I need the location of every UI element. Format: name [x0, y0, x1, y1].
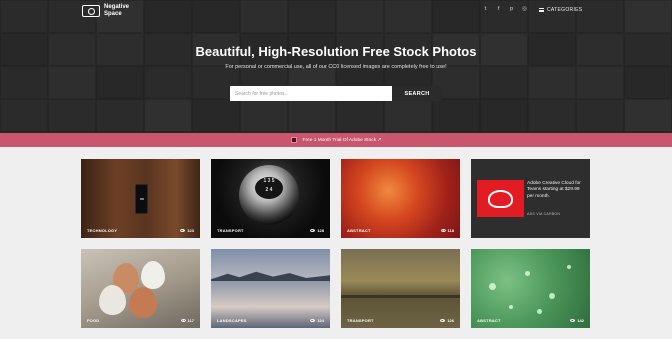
eye-icon — [180, 229, 186, 232]
adobe-stock-promo-bar[interactable]: Free 1 Month Trial Of Adobe Stock ↗ — [0, 133, 672, 147]
top-navigation: Negative Space t f p ◎ CATEGORIES — [0, 0, 672, 22]
card-views: 128 — [310, 228, 324, 233]
categories-menu-button[interactable]: CATEGORIES — [539, 7, 582, 13]
railway-track — [341, 295, 460, 298]
logo-text: Negative Space — [104, 4, 138, 17]
hero-banner: Negative Space t f p ◎ CATEGORIES Beauti… — [0, 0, 672, 133]
eye-icon — [570, 319, 576, 322]
card-category[interactable]: TRANSPORT — [217, 228, 244, 233]
eye-icon — [310, 319, 316, 322]
smartphone-photo — [135, 184, 148, 214]
card-category[interactable]: ABSTRACT — [347, 228, 371, 233]
card-views: 126 — [440, 318, 454, 323]
adobe-creative-cloud-logo[interactable] — [477, 180, 524, 217]
card-category[interactable]: FOOD — [87, 318, 99, 323]
creative-cloud-icon — [488, 189, 513, 208]
camera-logo-icon — [82, 4, 100, 17]
card-category[interactable]: TECHNOLOGY — [87, 228, 117, 233]
views-count: 124 — [317, 318, 324, 323]
photo-card-transport-2[interactable]: TRANSPORT 126 — [341, 249, 460, 328]
views-count: 123 — [187, 228, 194, 233]
card-views: 118 — [440, 228, 454, 233]
eggs-photo — [91, 257, 187, 321]
photo-card-food[interactable]: FOOD 117 — [81, 249, 200, 328]
ad-attribution[interactable]: ADS VIA CARBON — [527, 212, 560, 216]
ad-text[interactable]: Adobe Creative Cloud for Teams starting … — [527, 181, 587, 200]
gear-knob-face: 1 3 5 2 4 — [255, 177, 283, 199]
carbon-ad-card[interactable]: Adobe Creative Cloud for Teams starting … — [471, 159, 590, 238]
card-views: 124 — [310, 318, 324, 323]
adobe-stock-icon — [290, 137, 297, 143]
views-count: 118 — [447, 228, 454, 233]
eye-icon — [310, 229, 316, 232]
card-views: 123 — [180, 228, 194, 233]
eye-icon — [440, 319, 446, 322]
social-links: t f p ◎ — [479, 6, 531, 12]
site-logo[interactable]: Negative Space — [82, 4, 138, 17]
menu-icon — [539, 8, 544, 12]
card-category[interactable]: TRANSPORT — [347, 318, 374, 323]
photo-card-transport[interactable]: 1 3 5 2 4 TRANSPORT 128 — [211, 159, 330, 238]
gear-numbers-top: 1 3 5 — [263, 178, 275, 184]
photo-card-abstract-2[interactable]: ABSTRACT 142 — [471, 249, 590, 328]
search-button[interactable]: SEARCH — [392, 86, 442, 101]
eye-icon — [180, 319, 186, 322]
photo-card-landscapes[interactable]: LANDSCAPES 124 — [211, 249, 330, 328]
eye-icon — [440, 229, 446, 232]
twitter-icon[interactable]: t — [479, 6, 492, 12]
hero-subtitle: For personal or commercial use, all of o… — [225, 64, 447, 70]
facebook-icon[interactable]: f — [492, 6, 505, 12]
card-category[interactable]: ABSTRACT — [477, 318, 501, 323]
card-views: 117 — [180, 318, 194, 323]
pinterest-icon[interactable]: p — [505, 6, 518, 12]
categories-label: CATEGORIES — [547, 7, 583, 13]
instagram-icon[interactable]: ◎ — [518, 6, 531, 12]
card-views: 142 — [570, 318, 584, 323]
gear-numbers-bottom: 2 4 — [265, 187, 273, 193]
search-input[interactable] — [230, 86, 392, 101]
promo-text[interactable]: Free 1 Month Trial Of Adobe Stock ↗ — [303, 138, 382, 143]
photo-card-abstract[interactable]: ABSTRACT 118 — [341, 159, 460, 238]
hero-title: Beautiful, High-Resolution Free Stock Ph… — [195, 44, 477, 59]
views-count: 126 — [447, 318, 454, 323]
views-count: 128 — [317, 228, 324, 233]
photo-card-technology[interactable]: TECHNOLOGY 123 — [81, 159, 200, 238]
logo-line-2: Space — [104, 10, 122, 17]
card-category[interactable]: LANDSCAPES — [217, 318, 247, 323]
views-count: 117 — [187, 318, 194, 323]
views-count: 142 — [577, 318, 584, 323]
search-form: SEARCH — [230, 86, 442, 101]
